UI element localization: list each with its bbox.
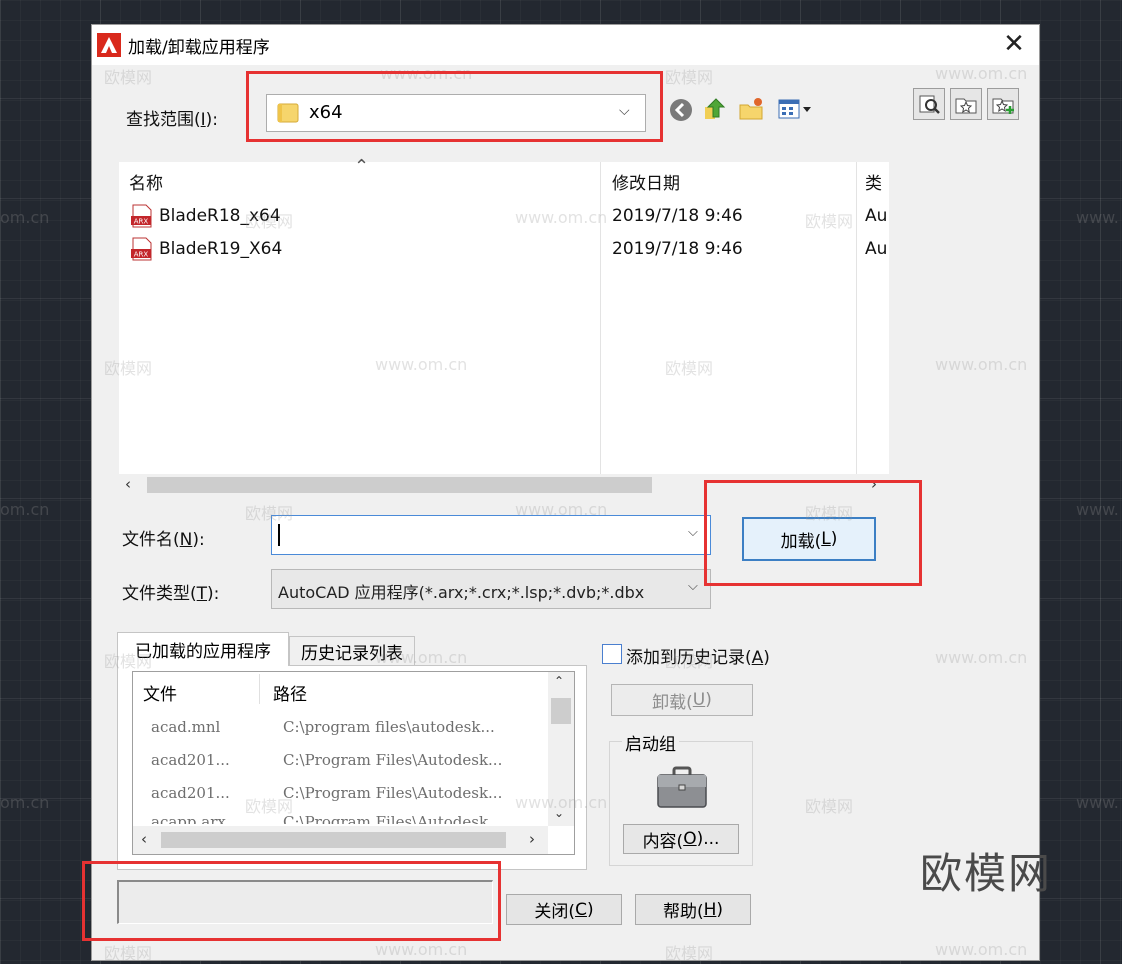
loaded-path: C:\Program Files\Autodesk... [283,813,503,824]
loaded-path: C:\Program Files\Autodesk... [283,784,503,802]
svg-text:ARX: ARX [134,251,149,259]
loaded-path: C:\Program Files\Autodesk... [283,751,503,769]
loaded-file[interactable]: acapp.arx [151,813,226,824]
watermark: www. [1076,208,1119,227]
loaded-file[interactable]: acad201... [151,784,230,802]
file-row[interactable]: ARX BladeR19_X64 [131,236,282,262]
column-divider [600,162,601,474]
svg-text:ARX: ARX [134,218,149,226]
scroll-right-icon[interactable]: › [871,475,877,493]
file-list[interactable]: ⌃ 名称 修改日期 类 ARX BladeR18_x64 2019/7/18 9… [119,156,889,474]
column-divider [259,674,260,704]
arx-file-icon: ARX [131,237,153,261]
status-field [117,880,493,924]
folder-icon [277,103,299,123]
back-icon[interactable] [666,95,696,125]
look-in-value: x64 [309,102,343,123]
column-header-path[interactable]: 路径 [273,680,307,705]
file-row[interactable]: ARX BladeR18_x64 [131,203,281,229]
watermark: om.cn [0,208,50,227]
file-type-label: 文件类型(T): [122,584,220,604]
watermark: www. [1076,500,1119,519]
loaded-applications-list[interactable]: 文件 路径 acad.mnl C:\program files\autodesk… [132,671,575,855]
new-folder-icon[interactable] [736,94,766,124]
chevron-down-icon: ⌵ [619,103,630,119]
loaded-applications-panel: 文件 路径 acad.mnl C:\program files\autodesk… [117,665,587,870]
file-name: BladeR18_x64 [159,206,281,226]
partial-row-clip: acapp.arx C:\Program Files\Autodesk... [133,810,548,824]
watermark-logo: 欧模网 [920,849,1053,898]
tab-loaded-applications[interactable]: 已加载的应用程序 [117,632,289,666]
vertical-scrollbar[interactable]: ⌃ ⌄ [548,672,574,826]
startup-suite-group: 启动组 内容(O)... [609,730,753,866]
text-cursor [278,524,280,546]
look-in-label: 查找范围(I): [126,110,219,130]
add-to-history-label[interactable]: 添加到历史记录(A) [626,643,770,668]
add-to-history-checkbox[interactable] [602,644,622,664]
watermark: www. [1076,793,1119,812]
scroll-left-icon[interactable]: ‹ [141,830,147,848]
loaded-file[interactable]: acad201... [151,751,230,769]
horizontal-scrollbar[interactable]: ‹ › [133,826,548,854]
close-button[interactable]: 关闭(C) [506,894,622,925]
scroll-right-icon[interactable]: › [529,830,535,848]
title-bar: 加载/卸载应用程序 ✕ [92,25,1039,65]
file-name: BladeR19_X64 [159,239,283,259]
contents-button[interactable]: 内容(O)... [623,824,739,854]
look-in-dropdown[interactable]: x64 ⌵ [266,94,646,132]
file-name-label: 文件名(N): [122,530,205,550]
load-unload-dialog: 加载/卸载应用程序 ✕ 查找范围(I): x64 ⌵ ⌃ 名称 修改日期 类 A… [91,24,1040,961]
help-button[interactable]: 帮助(H) [635,894,751,925]
sort-ascending-icon: ⌃ [354,156,370,177]
column-header-type[interactable]: 类 [865,169,889,194]
file-name-input[interactable]: ⌵ [271,515,711,555]
dialog-title: 加载/卸载应用程序 [128,38,270,58]
watermark: om.cn [0,793,50,812]
file-date: 2019/7/18 9:46 [612,206,743,226]
chevron-down-icon: ⌵ [688,579,698,594]
tab-history-list[interactable]: 历史记录列表 [289,636,415,666]
file-type-value: AutoCAD 应用程序(*.arx;*.crx;*.lsp;*.dvb;*.d… [278,583,645,602]
file-date: 2019/7/18 9:46 [612,239,743,259]
up-folder-icon[interactable] [700,93,730,123]
loaded-file[interactable]: acad.mnl [151,718,220,736]
column-divider [856,162,857,474]
loaded-path: C:\program files\autodesk... [283,718,495,736]
briefcase-icon [657,766,707,808]
horizontal-scrollbar[interactable]: ‹ › [119,474,889,496]
scroll-down-icon[interactable]: ⌄ [554,806,564,820]
find-icon[interactable] [913,88,945,120]
file-type: Au [865,239,888,259]
scrollbar-thumb[interactable] [551,698,571,724]
add-favorite-icon[interactable] [987,88,1019,120]
scroll-left-icon[interactable]: ‹ [125,475,131,493]
scrollbar-thumb[interactable] [147,477,652,493]
startup-suite-title: 启动组 [622,730,679,755]
file-type: Au [865,206,888,226]
load-button[interactable]: 加载(L) [742,517,876,561]
arx-file-icon: ARX [131,204,153,228]
column-header-file[interactable]: 文件 [143,680,177,705]
scroll-up-icon[interactable]: ⌃ [554,674,564,688]
watermark: om.cn [0,500,50,519]
views-menu-icon[interactable] [775,94,819,124]
unload-button[interactable]: 卸载(U) [611,684,753,716]
chevron-down-icon[interactable]: ⌵ [688,525,698,540]
file-type-dropdown[interactable]: AutoCAD 应用程序(*.arx;*.crx;*.lsp;*.dvb;*.d… [271,569,711,609]
favorites-icon[interactable] [950,88,982,120]
scrollbar-thumb[interactable] [161,832,506,848]
close-icon[interactable]: ✕ [994,29,1034,61]
column-header-name[interactable]: 名称 [129,169,163,194]
autocad-logo-icon [97,33,121,57]
column-header-date[interactable]: 修改日期 [612,169,680,194]
